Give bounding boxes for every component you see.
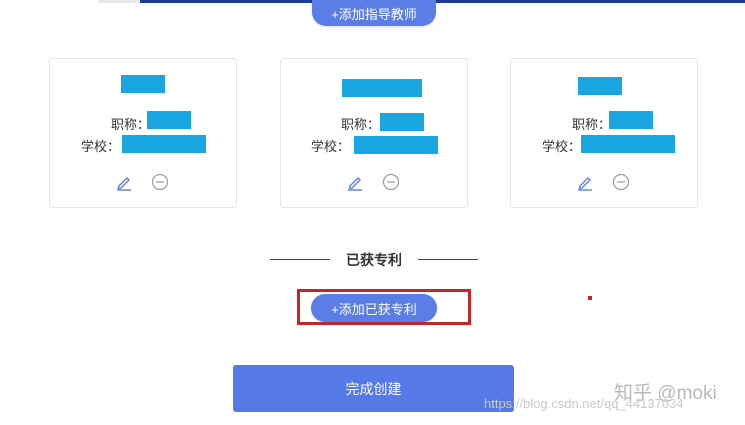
advisor-school-redacted — [354, 136, 438, 154]
advisor-title-redacted — [147, 111, 191, 129]
advisor-name-redacted — [121, 75, 165, 93]
divider-right — [418, 259, 478, 260]
edit-icon[interactable] — [115, 173, 133, 191]
remove-icon[interactable] — [612, 173, 630, 191]
csdn-watermark: https://blog.csdn.net/qq_44137034 — [484, 396, 684, 411]
school-label: 学校： — [311, 139, 351, 154]
advisor-card: 职称： 学校： — [49, 58, 237, 208]
finish-create-button[interactable]: 完成创建 — [233, 365, 514, 412]
patents-section-title: 已获专利 — [346, 252, 402, 268]
top-left-strip — [98, 0, 140, 3]
title-label: 职称： — [572, 117, 612, 132]
annotation-dot — [588, 296, 592, 300]
advisor-card: 职称： 学校： — [510, 58, 698, 208]
patents-section-header: 已获专利 — [270, 250, 478, 270]
advisor-school-redacted — [581, 135, 675, 153]
advisor-card: 职称： 学校： — [280, 58, 468, 208]
add-advisor-button[interactable]: +添加指导教师 — [312, 0, 436, 26]
advisor-name-redacted — [578, 77, 622, 95]
school-label: 学校： — [542, 139, 582, 154]
remove-icon[interactable] — [151, 173, 169, 191]
highlight-box — [297, 289, 471, 325]
top-bar — [140, 0, 745, 3]
advisor-school-redacted — [122, 135, 206, 153]
title-label: 职称： — [111, 117, 151, 132]
advisor-title-redacted — [380, 113, 424, 131]
edit-icon[interactable] — [576, 173, 594, 191]
remove-icon[interactable] — [382, 173, 400, 191]
title-label: 职称： — [341, 117, 381, 132]
school-label: 学校： — [81, 139, 121, 154]
advisor-title-redacted — [609, 111, 653, 129]
advisor-name-redacted — [342, 79, 422, 97]
edit-icon[interactable] — [346, 173, 364, 191]
